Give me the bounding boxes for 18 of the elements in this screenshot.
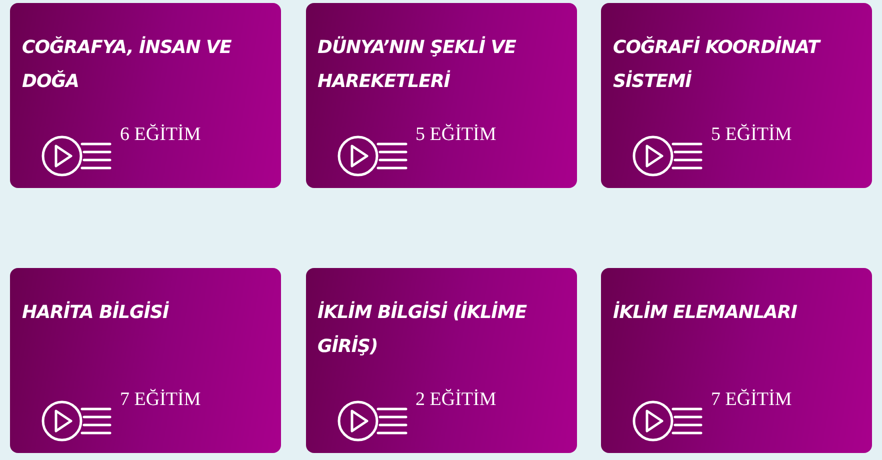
course-title: HARİTA BİLGİSİ xyxy=(22,300,170,325)
course-card[interactable]: HARİTA BİLGİSİ 7 EĞİTİM xyxy=(10,268,281,453)
lesson-count: 5 EĞİTİM xyxy=(711,124,792,146)
course-title: İKLİM BİLGİSİ (İKLİME GİRİŞ) xyxy=(318,300,528,359)
course-card[interactable]: İKLİM BİLGİSİ (İKLİME GİRİŞ) 2 EĞİTİM xyxy=(306,268,576,453)
lesson-count: 2 EĞİTİM xyxy=(416,389,496,411)
lesson-count: 7 EĞİTİM xyxy=(120,389,201,411)
course-card[interactable]: COĞRAFYA, İNSAN VE DOĞA 6 EĞİTİM xyxy=(10,3,281,188)
course-card[interactable]: COĞRAFİ KOORDİNAT SİSTEMİ 5 EĞİTİM xyxy=(601,3,872,188)
course-title: DÜNYA’NIN ŞEKLİ VE HAREKETLERİ xyxy=(318,35,518,94)
lesson-count: 6 EĞİTİM xyxy=(120,124,201,146)
course-card[interactable]: İKLİM ELEMANLARI 7 EĞİTİM xyxy=(601,268,872,453)
course-card[interactable]: DÜNYA’NIN ŞEKLİ VE HAREKETLERİ 5 EĞİTİM xyxy=(306,3,576,188)
lesson-count: 5 EĞİTİM xyxy=(416,124,496,146)
course-title: COĞRAFYA, İNSAN VE DOĞA xyxy=(22,35,232,94)
course-title: İKLİM ELEMANLARI xyxy=(613,300,798,325)
course-title: COĞRAFİ KOORDİNAT SİSTEMİ xyxy=(613,35,822,94)
lesson-count: 7 EĞİTİM xyxy=(711,389,792,411)
